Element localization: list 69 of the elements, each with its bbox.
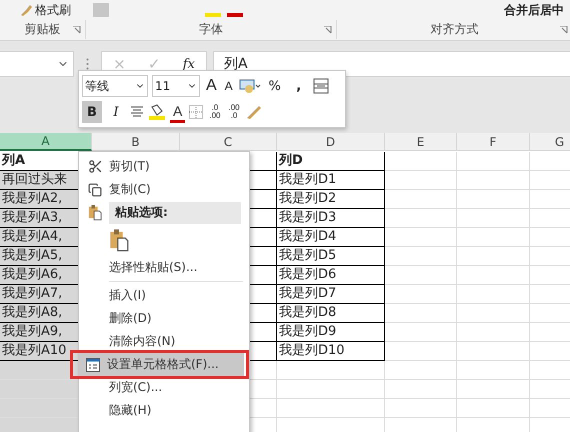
increase-decimal-button[interactable]: .0 .00 bbox=[207, 104, 222, 120]
menu-item[interactable]: 设置单元格格式(F)... bbox=[79, 353, 244, 376]
paste-icon bbox=[88, 204, 102, 221]
table-cell: 我是列D8 bbox=[277, 304, 385, 323]
table-cell: 我是列D7 bbox=[277, 285, 385, 304]
borders-icon[interactable] bbox=[189, 105, 204, 119]
menu-item[interactable]: 列宽(C)... bbox=[81, 376, 247, 399]
column-header[interactable]: C bbox=[180, 133, 277, 151]
font-size-field[interactable]: 11 bbox=[152, 75, 200, 97]
table-cell bbox=[385, 171, 457, 190]
column-header[interactable]: B bbox=[92, 133, 180, 151]
align-center-icon[interactable] bbox=[130, 106, 144, 118]
column-header[interactable]: A bbox=[0, 133, 92, 151]
table-cell bbox=[385, 190, 457, 209]
format-painter-button[interactable]: 格式刷 bbox=[18, 2, 73, 18]
table-cell: 我是列D4 bbox=[277, 228, 385, 247]
comma-button[interactable]: , bbox=[288, 75, 309, 97]
table-cell bbox=[385, 361, 457, 380]
percent-button[interactable]: % bbox=[264, 75, 285, 97]
decrease-decimal-button[interactable]: .00 .0 bbox=[226, 104, 242, 120]
paste-option-icon bbox=[109, 228, 129, 252]
table-cell: 我是列D9 bbox=[277, 323, 385, 342]
grow-font-button[interactable]: A bbox=[204, 75, 219, 97]
table-cell bbox=[385, 380, 457, 399]
insert-function-button[interactable]: fx bbox=[182, 56, 195, 72]
currency-icon[interactable] bbox=[238, 78, 261, 94]
grip-icon bbox=[86, 58, 89, 70]
group-label: 字体 bbox=[199, 21, 223, 38]
column-header[interactable]: F bbox=[457, 133, 530, 151]
brush-icon bbox=[20, 4, 32, 16]
merge-center-button[interactable]: 合并后居中 bbox=[498, 0, 570, 20]
menu-item[interactable]: 隐藏(H) bbox=[81, 399, 247, 422]
table-cell bbox=[385, 266, 457, 285]
table-cell bbox=[385, 285, 457, 304]
fill-color-icon[interactable] bbox=[148, 104, 166, 120]
formula-input[interactable]: 列A bbox=[213, 51, 570, 77]
table-cell bbox=[385, 152, 457, 171]
group-label: 对齐方式 bbox=[430, 21, 478, 38]
font-name-field[interactable]: 等线 bbox=[82, 75, 148, 97]
italic-button[interactable]: I bbox=[106, 101, 126, 123]
table-cell: 我是列D1 bbox=[277, 171, 385, 190]
table-cell: 我是列D3 bbox=[277, 209, 385, 228]
font-color-button[interactable]: A bbox=[170, 101, 186, 123]
group-label: 剪贴板 bbox=[24, 21, 60, 38]
table-cell bbox=[385, 247, 457, 266]
dialog-launcher-icon[interactable] bbox=[73, 26, 81, 34]
column-header[interactable]: D bbox=[277, 133, 385, 151]
column-header[interactable]: E bbox=[385, 133, 457, 151]
scissors-icon bbox=[88, 159, 102, 174]
table-cell bbox=[385, 228, 457, 247]
bold-button[interactable]: B bbox=[82, 101, 102, 123]
dialog-launcher-icon[interactable] bbox=[324, 26, 332, 34]
table-cell bbox=[385, 323, 457, 342]
table-cell bbox=[385, 399, 457, 418]
shrink-font-button[interactable]: A bbox=[222, 75, 235, 97]
table-cell: 我是列D6 bbox=[277, 266, 385, 285]
column-header[interactable]: G bbox=[530, 133, 570, 151]
dialog-launcher-icon[interactable] bbox=[560, 26, 568, 34]
menu-section-label: 粘贴选项: bbox=[109, 202, 241, 224]
table-cell: 列D bbox=[277, 152, 385, 171]
copy-icon bbox=[88, 182, 102, 196]
table-cell bbox=[385, 209, 457, 228]
format-table-icon[interactable] bbox=[312, 78, 329, 94]
table-cell bbox=[385, 342, 457, 361]
table-cell: 我是列D2 bbox=[277, 190, 385, 209]
format-cells-icon bbox=[86, 358, 100, 372]
table-cell: 我是列D10 bbox=[277, 342, 385, 361]
table-cell bbox=[385, 304, 457, 323]
table-cell: 我是列D5 bbox=[277, 247, 385, 266]
